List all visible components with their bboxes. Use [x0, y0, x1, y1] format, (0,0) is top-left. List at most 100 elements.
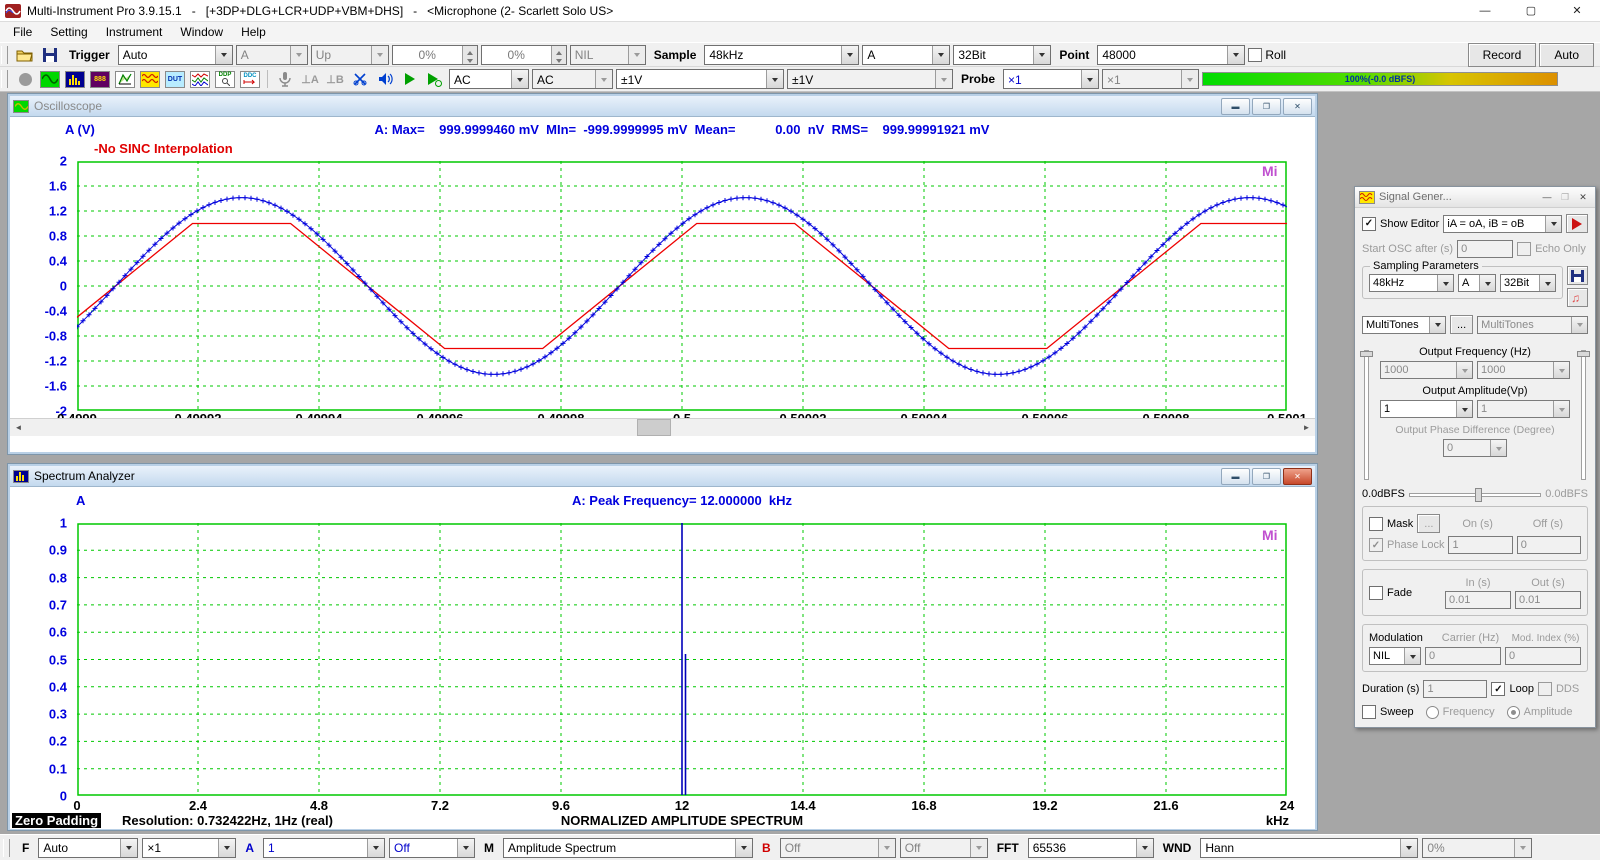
spectrum-toolbar: F Auto ×1 A 1 Off M Amplitude Spectrum B…	[0, 834, 1600, 860]
minimize-icon[interactable]: ▬	[1221, 468, 1250, 485]
scrollbar-thumb[interactable]	[637, 419, 671, 436]
multimeter-icon[interactable]: 888	[89, 69, 111, 89]
maximize-icon[interactable]: ▢	[1508, 0, 1554, 21]
sample-rate-select[interactable]: 48kHz	[704, 45, 859, 65]
overlap-select: 0%	[1422, 838, 1532, 858]
range-a-select[interactable]: ±1V	[616, 69, 784, 89]
run-icon[interactable]	[399, 69, 421, 89]
spectrum-analyzer-icon[interactable]	[64, 69, 86, 89]
slider-thumb[interactable]	[1577, 351, 1590, 357]
menu-help[interactable]: Help	[232, 22, 275, 42]
record-button[interactable]: Record	[1468, 43, 1537, 67]
close-icon[interactable]: ✕	[1283, 468, 1312, 485]
gain-a-select[interactable]: 1	[263, 838, 385, 858]
save-signal-icon[interactable]	[1567, 266, 1588, 285]
oscilloscope-window: Oscilloscope ▬ ❐ ✕ A (V) A: Max= 999.999…	[8, 94, 1317, 454]
mask-checkbox[interactable]	[1369, 517, 1383, 531]
echo-only-checkbox	[1517, 242, 1531, 256]
slider-thumb[interactable]	[1360, 351, 1373, 357]
ground-a-icon: ⊥A	[299, 69, 321, 89]
window-function-select[interactable]: Hann	[1200, 838, 1418, 858]
analysis-mode-select[interactable]: Amplitude Spectrum	[503, 838, 753, 858]
titlebar[interactable]: Multi-Instrument Pro 3.9.15.1 - [+3DP+DL…	[0, 0, 1600, 22]
zero-padding-badge[interactable]: Zero Padding	[12, 813, 101, 828]
output-b-slider[interactable]	[1581, 350, 1586, 480]
multitones-editor-button[interactable]: ...	[1450, 315, 1473, 334]
microphone-icon[interactable]	[274, 69, 296, 89]
roll-checkbox[interactable]	[1248, 48, 1262, 62]
toolbar-grip[interactable]	[1, 46, 8, 64]
signal-generator-titlebar[interactable]: Signal Gener... — ❐ ✕	[1355, 187, 1595, 208]
routing-select[interactable]: iA = oA, iB = oB	[1443, 215, 1562, 233]
sample-channel-select[interactable]: A	[862, 45, 950, 65]
compensation-a-select[interactable]: Off	[389, 838, 475, 858]
phase-difference-label: Output Phase Difference (Degree)	[1380, 424, 1570, 436]
coupling-a-select[interactable]: AC	[449, 69, 529, 89]
generator-sample-rate-select[interactable]: 48kHz	[1369, 274, 1454, 292]
frequency-axis-select[interactable]: Auto	[38, 838, 138, 858]
close-icon[interactable]: ✕	[1283, 98, 1312, 115]
ddc-icon[interactable]: DDC	[239, 69, 261, 89]
trigger-level-spinner[interactable]: 0%	[392, 45, 478, 65]
device-test-plan-icon[interactable]: DUT	[164, 69, 186, 89]
menu-file[interactable]: File	[4, 22, 41, 42]
oscilloscope-titlebar[interactable]: Oscilloscope ▬ ❐ ✕	[10, 96, 1315, 117]
scroll-left-icon[interactable]: ◄	[10, 419, 27, 436]
oscilloscope-icon[interactable]	[39, 69, 61, 89]
chevron-down-icon	[371, 46, 388, 64]
toolbar-grip[interactable]	[1, 70, 8, 88]
input-level-meter: 100%(-0.0 dBFS)	[1202, 72, 1558, 86]
show-editor-label: Show Editor	[1380, 218, 1439, 230]
sweep-checkbox[interactable]	[1362, 705, 1376, 719]
waveform-a-select[interactable]: MultiTones	[1362, 316, 1446, 334]
save-file-icon[interactable]	[39, 45, 61, 65]
signal-generator-icon[interactable]	[139, 69, 161, 89]
fade-in-label: In (s)	[1445, 577, 1511, 589]
derived-data-curves-icon[interactable]	[189, 69, 211, 89]
balance-slider[interactable]	[1409, 488, 1541, 500]
spectrum-3d-plot-icon[interactable]	[114, 69, 136, 89]
channel-a-label: A	[240, 841, 259, 855]
toolbar-instruments: 888 DUT DDP DDC ⊥A	[0, 67, 1600, 92]
modulation-type-select[interactable]: NIL	[1369, 647, 1421, 665]
menu-setting[interactable]: Setting	[41, 22, 96, 42]
record-indicator-icon[interactable]	[14, 69, 36, 89]
amplitude-a-select[interactable]: 1	[1380, 400, 1473, 418]
open-file-icon[interactable]	[14, 45, 36, 65]
toolbar-grip[interactable]	[3, 839, 10, 857]
close-icon[interactable]: ✕	[1575, 190, 1591, 204]
generator-bits-select[interactable]: 32Bit	[1500, 274, 1556, 292]
music-notes-icon[interactable]: ♫	[1567, 288, 1588, 307]
minimize-icon[interactable]: ▬	[1221, 98, 1250, 115]
scroll-right-icon[interactable]: ►	[1298, 419, 1315, 436]
spectrum-titlebar[interactable]: Spectrum Analyzer ▬ ❐ ✕	[10, 466, 1315, 487]
restore-icon[interactable]: ❐	[1252, 468, 1281, 485]
output-a-slider[interactable]	[1364, 350, 1369, 480]
run-loop-icon[interactable]	[424, 69, 446, 89]
trigger-source-select: A	[236, 45, 308, 65]
horizontal-scrollbar[interactable]: ◄ ►	[10, 418, 1315, 436]
restore-icon[interactable]: ❐	[1252, 98, 1281, 115]
minimize-icon[interactable]: —	[1539, 190, 1555, 204]
trigger-delay-spinner[interactable]: 0%	[481, 45, 567, 65]
probe-calibration-icon[interactable]	[349, 69, 371, 89]
fade-checkbox[interactable]	[1369, 586, 1383, 600]
show-editor-checkbox[interactable]: ✓	[1362, 217, 1376, 231]
sample-bits-select[interactable]: 32Bit	[953, 45, 1051, 65]
derived-data-point-icon[interactable]: DDP	[214, 69, 236, 89]
menu-window[interactable]: Window	[171, 22, 232, 42]
fft-size-select[interactable]: 65536	[1028, 838, 1154, 858]
trigger-mode-select[interactable]: Auto	[118, 45, 233, 65]
frequency-multiplier-select[interactable]: ×1	[142, 838, 236, 858]
auto-scale-button[interactable]: Auto	[1539, 43, 1594, 67]
minimize-icon[interactable]: —	[1462, 0, 1508, 21]
loop-checkbox[interactable]: ✓	[1491, 682, 1505, 696]
menu-instrument[interactable]: Instrument	[97, 22, 172, 42]
generator-channel-select[interactable]: A	[1458, 274, 1496, 292]
points-select[interactable]: 48000	[1097, 45, 1245, 65]
probe-a-select[interactable]: ×1	[1003, 69, 1099, 89]
speaker-icon[interactable]	[374, 69, 396, 89]
slider-thumb[interactable]	[1475, 488, 1482, 502]
close-icon[interactable]: ✕	[1554, 0, 1600, 21]
generator-run-button[interactable]	[1566, 214, 1588, 233]
